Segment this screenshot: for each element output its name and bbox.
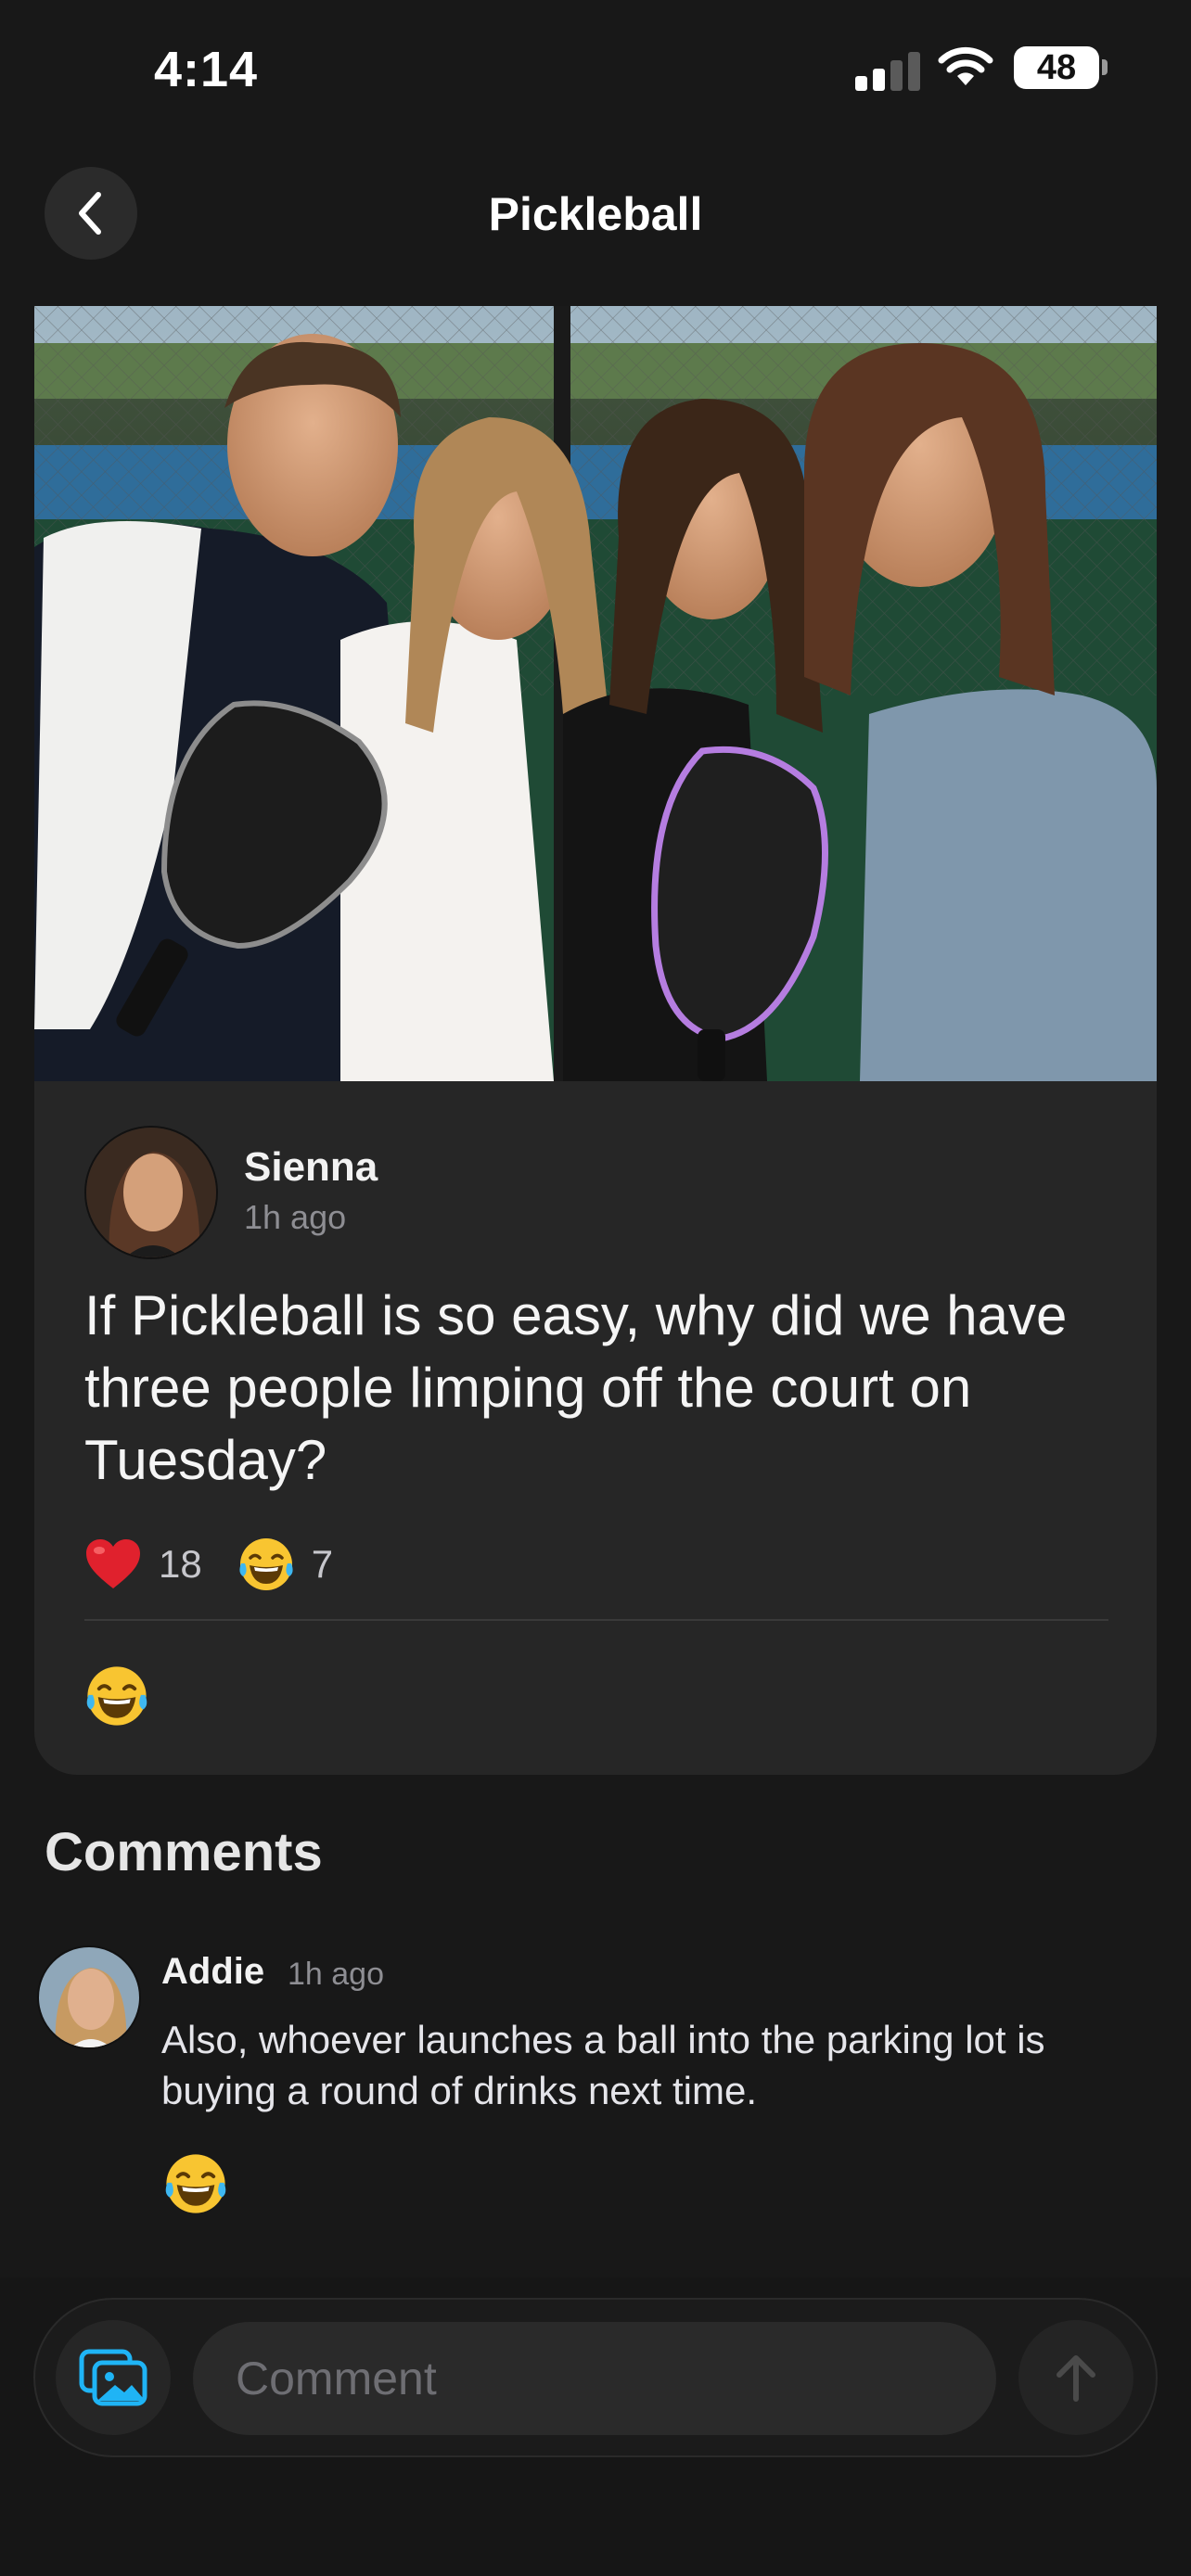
reaction-count: 7 [311,1542,334,1586]
wifi-icon [938,46,993,85]
status-time: 4:14 [154,42,259,97]
post-author-name[interactable]: Sienna [244,1144,378,1191]
battery-tip [1102,59,1108,75]
page-title: Pickleball [488,188,703,240]
laughing-face-icon [239,1538,293,1590]
post-text: If Pickleball is so easy, why did we hav… [84,1284,1068,1491]
comment-timestamp: 1h ago [288,1957,384,1992]
avatar-image [39,1947,139,2047]
heart-icon [86,1539,140,1588]
comment-text: Also, whoever launches a ball into the p… [161,2018,1045,2112]
comment-reaction[interactable] [163,2151,228,2221]
comments-heading: Comments [45,1822,323,1882]
reaction-count: 18 [159,1542,202,1586]
reaction-heart[interactable]: 18 [84,1537,202,1591]
nav-bar: Pickleball [0,139,1191,306]
post-author-row: Sienna 1h ago [84,1126,919,1265]
arrow-up-icon [1057,2355,1095,2402]
attach-photo-button[interactable] [56,2320,171,2435]
avatar-image [86,1128,216,1257]
send-button[interactable] [1018,2320,1133,2435]
add-reaction-button[interactable] [84,1664,149,1733]
divider [84,1619,1108,1621]
post-timestamp: 1h ago [244,1198,347,1236]
status-bar: 4:14 48 [0,0,1191,139]
post-card: Sienna 1h ago If Pickleball is so easy, … [34,306,1157,1775]
avatar[interactable] [84,1126,218,1259]
battery-icon: 48 [1014,46,1099,89]
comment-avatar[interactable] [37,1945,141,2049]
laughing-face-icon [86,1666,147,1726]
laughing-face-icon [165,2154,226,2213]
reactions-row: 18 7 [84,1532,368,1597]
photos-icon [79,2349,147,2406]
comment-input[interactable] [193,2322,996,2435]
reaction-laugh[interactable]: 7 [237,1536,333,1593]
signal-icon [855,50,920,91]
comment-author-name[interactable]: Addie [161,1951,264,1993]
post-photo[interactable] [34,306,1157,1081]
